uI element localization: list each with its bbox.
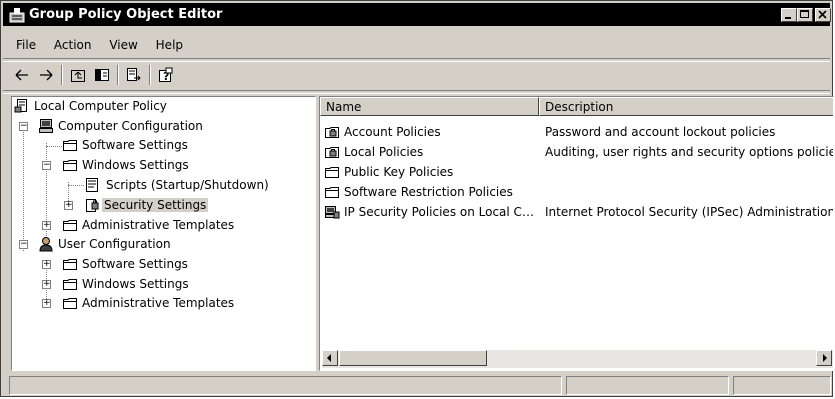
tree-item-label: Administrative Templates [82, 218, 235, 232]
menu-action[interactable]: Action [47, 35, 99, 55]
policy-icon [14, 98, 30, 114]
export-list-icon[interactable] [123, 64, 145, 86]
horizontal-scrollbar[interactable] [322, 350, 833, 368]
collapse-icon[interactable]: − [19, 240, 28, 249]
minimize-button[interactable] [781, 8, 797, 22]
folder-icon [62, 276, 78, 292]
tree-item-label: Software Settings [82, 138, 188, 152]
status-panel-secondary [566, 376, 729, 395]
collapse-icon[interactable]: − [42, 161, 51, 170]
list-item[interactable]: IP Security Policies on Local C… Interne… [320, 203, 833, 223]
folder-icon [62, 137, 78, 153]
status-panel-main [9, 376, 562, 395]
toolbar-divider [117, 65, 119, 85]
list-item-name: Local Policies [344, 145, 424, 159]
folder-icon [62, 295, 78, 311]
title-bar[interactable]: Group Policy Object Editor [3, 3, 831, 26]
ip-security-icon [324, 204, 340, 220]
list-item[interactable]: Software Restriction Policies [320, 183, 833, 203]
tree-item-label: User Configuration [58, 237, 171, 251]
details-list[interactable]: Name Description Account Policies Passwo… [319, 96, 834, 371]
scroll-left-button[interactable] [322, 350, 338, 366]
scrollbar-thumb[interactable] [339, 350, 487, 366]
folder-icon [62, 157, 78, 173]
list-item-name: Account Policies [344, 125, 441, 139]
back-icon[interactable] [11, 64, 33, 86]
main-window: Group Policy Object Editor File Action V… [0, 0, 834, 397]
expand-icon[interactable]: + [42, 299, 51, 308]
toolbar-content-divider [3, 90, 830, 94]
tree-item-label: Security Settings [102, 198, 209, 212]
menu-view[interactable]: View [102, 35, 144, 55]
list-item-description: Internet Protocol Security (IPSec) Admin… [545, 205, 834, 219]
help-icon[interactable]: ? [155, 64, 177, 86]
console-tree[interactable]: Local Computer Policy − Computer Configu… [11, 96, 316, 371]
menu-help[interactable]: Help [149, 35, 190, 55]
tree-item-label: Windows Settings [82, 277, 189, 291]
show-hide-tree-icon[interactable] [91, 64, 113, 86]
maximize-button[interactable] [797, 8, 813, 22]
expand-icon[interactable]: + [42, 260, 51, 269]
list-item[interactable]: Local Policies Auditing, user rights and… [320, 143, 833, 163]
tree-item-label: Administrative Templates [82, 296, 235, 310]
window-title: Group Policy Object Editor [29, 7, 223, 22]
close-button[interactable] [815, 8, 831, 22]
list-item-name: IP Security Policies on Local C… [344, 205, 534, 219]
folder-icon [62, 256, 78, 272]
gpedit-app-icon [9, 7, 25, 23]
computer-icon [38, 118, 54, 134]
tree-connector [23, 123, 24, 251]
menu-file[interactable]: File [9, 35, 43, 55]
list-item-name: Public Key Policies [344, 165, 454, 179]
tree-connector [46, 146, 62, 147]
list-item-name: Software Restriction Policies [344, 185, 513, 199]
column-header-description[interactable]: Description [539, 97, 833, 116]
list-item-description: Auditing, user rights and security optio… [545, 145, 834, 159]
list-item[interactable]: Public Key Policies [320, 163, 833, 183]
tree-connector [68, 185, 84, 186]
status-panel-tertiary [733, 376, 831, 395]
user-icon [38, 236, 54, 252]
toolbar-divider [149, 65, 151, 85]
list-item[interactable]: Account Policies Password and account lo… [320, 123, 833, 143]
toolbar-divider [61, 65, 63, 85]
list-item-description: Password and account lockout policies [545, 125, 776, 139]
folder-icon [62, 217, 78, 233]
scroll-right-button[interactable] [816, 350, 832, 366]
collapse-icon[interactable]: − [19, 122, 28, 131]
locked-folder-icon [324, 124, 340, 140]
forward-icon[interactable] [35, 64, 57, 86]
locked-folder-icon [324, 144, 340, 160]
status-bar [9, 376, 834, 395]
tree-item-label: Windows Settings [82, 158, 189, 172]
up-one-level-icon[interactable] [67, 64, 89, 86]
folder-icon [324, 164, 340, 180]
expand-icon[interactable]: + [64, 201, 73, 210]
folder-icon [324, 184, 340, 200]
column-header-name[interactable]: Name [320, 97, 539, 116]
tree-item-label: Computer Configuration [58, 119, 203, 133]
tree-item-label: Local Computer Policy [34, 99, 167, 113]
tree-item-label: Software Settings [82, 257, 188, 271]
expand-icon[interactable]: + [42, 221, 51, 230]
menu-bar: File Action View Help [9, 35, 190, 57]
security-icon [84, 197, 100, 213]
tree-item-label: Scripts (Startup/Shutdown) [106, 178, 269, 192]
script-icon [84, 177, 100, 193]
expand-icon[interactable]: + [42, 280, 51, 289]
menu-toolbar-divider [3, 58, 830, 62]
